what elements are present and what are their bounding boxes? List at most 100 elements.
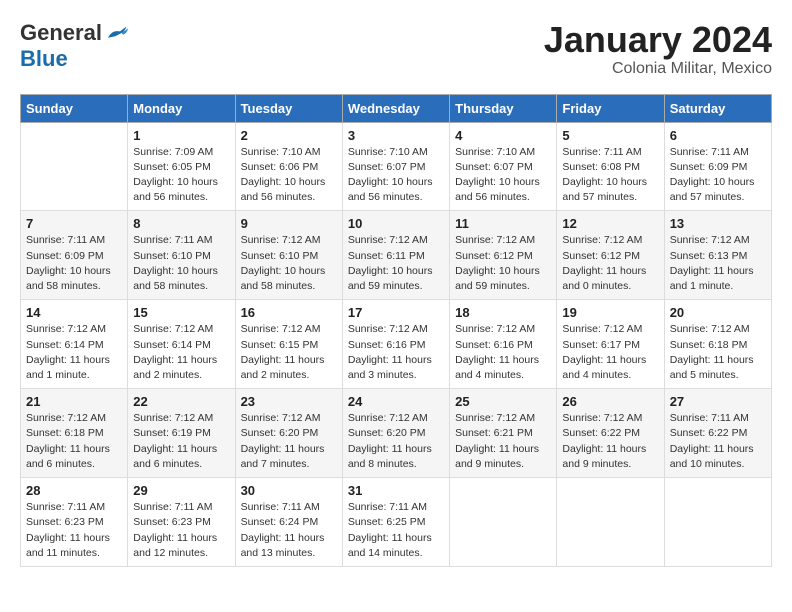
day-cell: 23Sunrise: 7:12 AM Sunset: 6:20 PM Dayli… bbox=[235, 389, 342, 478]
day-number: 11 bbox=[455, 216, 551, 231]
day-number: 3 bbox=[348, 128, 444, 143]
day-info: Sunrise: 7:12 AM Sunset: 6:15 PM Dayligh… bbox=[241, 322, 337, 383]
day-number: 28 bbox=[26, 483, 122, 498]
day-number: 22 bbox=[133, 394, 229, 409]
day-info: Sunrise: 7:12 AM Sunset: 6:21 PM Dayligh… bbox=[455, 411, 551, 472]
day-info: Sunrise: 7:12 AM Sunset: 6:18 PM Dayligh… bbox=[26, 411, 122, 472]
week-row-0: 1 Sunrise: 7:09 AM Sunset: 6:05 PM Daylig… bbox=[21, 122, 772, 211]
calendar-table: SundayMondayTuesdayWednesdayThursdayFrid… bbox=[20, 94, 772, 567]
logo: General Blue bbox=[20, 20, 128, 72]
day-cell: 20 Sunrise: 7:12 AM Sunset: 6:18 PM Dayli… bbox=[664, 300, 771, 389]
day-cell: 3 Sunrise: 7:10 AM Sunset: 6:07 PM Daylig… bbox=[342, 122, 449, 211]
day-info: Sunrise: 7:12 AM Sunset: 6:13 PM Dayligh… bbox=[670, 233, 766, 294]
day-cell: 4 Sunrise: 7:10 AM Sunset: 6:07 PM Daylig… bbox=[450, 122, 557, 211]
day-number: 12 bbox=[562, 216, 658, 231]
title-block: January 2024 Colonia Militar, Mexico bbox=[544, 20, 772, 78]
day-info: Sunrise: 7:11 AM Sunset: 6:23 PM Dayligh… bbox=[133, 500, 229, 561]
day-header-friday: Friday bbox=[557, 94, 664, 122]
logo-blue: Blue bbox=[20, 46, 68, 71]
day-info: Sunrise: 7:11 AM Sunset: 6:10 PM Dayligh… bbox=[133, 233, 229, 294]
week-row-2: 14Sunrise: 7:12 AM Sunset: 6:14 PM Dayli… bbox=[21, 300, 772, 389]
day-number: 10 bbox=[348, 216, 444, 231]
day-info: Sunrise: 7:11 AM Sunset: 6:23 PM Dayligh… bbox=[26, 500, 122, 561]
day-info: Sunrise: 7:09 AM Sunset: 6:05 PM Dayligh… bbox=[133, 145, 229, 206]
day-info: Sunrise: 7:11 AM Sunset: 6:25 PM Dayligh… bbox=[348, 500, 444, 561]
day-cell bbox=[450, 478, 557, 567]
day-cell: 31 Sunrise: 7:11 AM Sunset: 6:25 PM Dayli… bbox=[342, 478, 449, 567]
day-number: 6 bbox=[670, 128, 766, 143]
day-number: 16 bbox=[241, 305, 337, 320]
day-info: Sunrise: 7:12 AM Sunset: 6:20 PM Dayligh… bbox=[241, 411, 337, 472]
day-number: 25 bbox=[455, 394, 551, 409]
day-number: 17 bbox=[348, 305, 444, 320]
day-info: Sunrise: 7:12 AM Sunset: 6:12 PM Dayligh… bbox=[455, 233, 551, 294]
day-number: 4 bbox=[455, 128, 551, 143]
day-cell: 5 Sunrise: 7:11 AM Sunset: 6:08 PM Daylig… bbox=[557, 122, 664, 211]
day-info: Sunrise: 7:12 AM Sunset: 6:22 PM Dayligh… bbox=[562, 411, 658, 472]
day-cell: 14Sunrise: 7:12 AM Sunset: 6:14 PM Dayli… bbox=[21, 300, 128, 389]
day-info: Sunrise: 7:11 AM Sunset: 6:08 PM Dayligh… bbox=[562, 145, 658, 206]
day-info: Sunrise: 7:12 AM Sunset: 6:20 PM Dayligh… bbox=[348, 411, 444, 472]
day-number: 19 bbox=[562, 305, 658, 320]
day-number: 2 bbox=[241, 128, 337, 143]
day-cell: 11 Sunrise: 7:12 AM Sunset: 6:12 PM Dayli… bbox=[450, 211, 557, 300]
day-info: Sunrise: 7:12 AM Sunset: 6:12 PM Dayligh… bbox=[562, 233, 658, 294]
day-cell bbox=[664, 478, 771, 567]
day-cell bbox=[557, 478, 664, 567]
day-info: Sunrise: 7:12 AM Sunset: 6:17 PM Dayligh… bbox=[562, 322, 658, 383]
day-cell: 6Sunrise: 7:11 AM Sunset: 6:09 PM Daylig… bbox=[664, 122, 771, 211]
location-subtitle: Colonia Militar, Mexico bbox=[544, 60, 772, 78]
day-number: 5 bbox=[562, 128, 658, 143]
day-cell: 19 Sunrise: 7:12 AM Sunset: 6:17 PM Dayli… bbox=[557, 300, 664, 389]
day-info: Sunrise: 7:11 AM Sunset: 6:09 PM Dayligh… bbox=[26, 233, 122, 294]
day-cell: 27Sunrise: 7:11 AM Sunset: 6:22 PM Dayli… bbox=[664, 389, 771, 478]
day-info: Sunrise: 7:12 AM Sunset: 6:14 PM Dayligh… bbox=[133, 322, 229, 383]
day-number: 1 bbox=[133, 128, 229, 143]
day-cell: 9 Sunrise: 7:12 AM Sunset: 6:10 PM Daylig… bbox=[235, 211, 342, 300]
header: General Blue January 2024 Colonia Milita… bbox=[20, 20, 772, 78]
month-title: January 2024 bbox=[544, 20, 772, 60]
day-info: Sunrise: 7:12 AM Sunset: 6:14 PM Dayligh… bbox=[26, 322, 122, 383]
day-number: 15 bbox=[133, 305, 229, 320]
day-number: 9 bbox=[241, 216, 337, 231]
day-info: Sunrise: 7:10 AM Sunset: 6:07 PM Dayligh… bbox=[455, 145, 551, 206]
day-number: 30 bbox=[241, 483, 337, 498]
day-info: Sunrise: 7:12 AM Sunset: 6:18 PM Dayligh… bbox=[670, 322, 766, 383]
day-info: Sunrise: 7:10 AM Sunset: 6:07 PM Dayligh… bbox=[348, 145, 444, 206]
days-of-week-row: SundayMondayTuesdayWednesdayThursdayFrid… bbox=[21, 94, 772, 122]
day-cell: 24 Sunrise: 7:12 AM Sunset: 6:20 PM Dayli… bbox=[342, 389, 449, 478]
day-cell: 30 Sunrise: 7:11 AM Sunset: 6:24 PM Dayli… bbox=[235, 478, 342, 567]
day-number: 31 bbox=[348, 483, 444, 498]
week-row-1: 7 Sunrise: 7:11 AM Sunset: 6:09 PM Daylig… bbox=[21, 211, 772, 300]
day-info: Sunrise: 7:12 AM Sunset: 6:16 PM Dayligh… bbox=[455, 322, 551, 383]
day-info: Sunrise: 7:12 AM Sunset: 6:10 PM Dayligh… bbox=[241, 233, 337, 294]
day-cell: 15 Sunrise: 7:12 AM Sunset: 6:14 PM Dayli… bbox=[128, 300, 235, 389]
day-cell: 26Sunrise: 7:12 AM Sunset: 6:22 PM Dayli… bbox=[557, 389, 664, 478]
day-header-sunday: Sunday bbox=[21, 94, 128, 122]
day-number: 20 bbox=[670, 305, 766, 320]
logo-bird-icon bbox=[104, 21, 128, 45]
day-number: 21 bbox=[26, 394, 122, 409]
day-number: 7 bbox=[26, 216, 122, 231]
day-number: 18 bbox=[455, 305, 551, 320]
day-header-saturday: Saturday bbox=[664, 94, 771, 122]
day-header-thursday: Thursday bbox=[450, 94, 557, 122]
day-cell: 8Sunrise: 7:11 AM Sunset: 6:10 PM Daylig… bbox=[128, 211, 235, 300]
day-cell: 18 Sunrise: 7:12 AM Sunset: 6:16 PM Dayli… bbox=[450, 300, 557, 389]
day-info: Sunrise: 7:12 AM Sunset: 6:11 PM Dayligh… bbox=[348, 233, 444, 294]
day-info: Sunrise: 7:12 AM Sunset: 6:16 PM Dayligh… bbox=[348, 322, 444, 383]
day-cell: 22 Sunrise: 7:12 AM Sunset: 6:19 PM Dayli… bbox=[128, 389, 235, 478]
day-header-monday: Monday bbox=[128, 94, 235, 122]
week-row-3: 21 Sunrise: 7:12 AM Sunset: 6:18 PM Dayli… bbox=[21, 389, 772, 478]
day-info: Sunrise: 7:12 AM Sunset: 6:19 PM Dayligh… bbox=[133, 411, 229, 472]
calendar-body: 1 Sunrise: 7:09 AM Sunset: 6:05 PM Daylig… bbox=[21, 122, 772, 566]
day-cell: 25 Sunrise: 7:12 AM Sunset: 6:21 PM Dayli… bbox=[450, 389, 557, 478]
day-cell: 13Sunrise: 7:12 AM Sunset: 6:13 PM Dayli… bbox=[664, 211, 771, 300]
calendar-header: SundayMondayTuesdayWednesdayThursdayFrid… bbox=[21, 94, 772, 122]
day-info: Sunrise: 7:11 AM Sunset: 6:24 PM Dayligh… bbox=[241, 500, 337, 561]
day-number: 24 bbox=[348, 394, 444, 409]
day-header-tuesday: Tuesday bbox=[235, 94, 342, 122]
day-cell: 12 Sunrise: 7:12 AM Sunset: 6:12 PM Dayli… bbox=[557, 211, 664, 300]
day-cell: 1 Sunrise: 7:09 AM Sunset: 6:05 PM Daylig… bbox=[128, 122, 235, 211]
day-cell: 2Sunrise: 7:10 AM Sunset: 6:06 PM Daylig… bbox=[235, 122, 342, 211]
